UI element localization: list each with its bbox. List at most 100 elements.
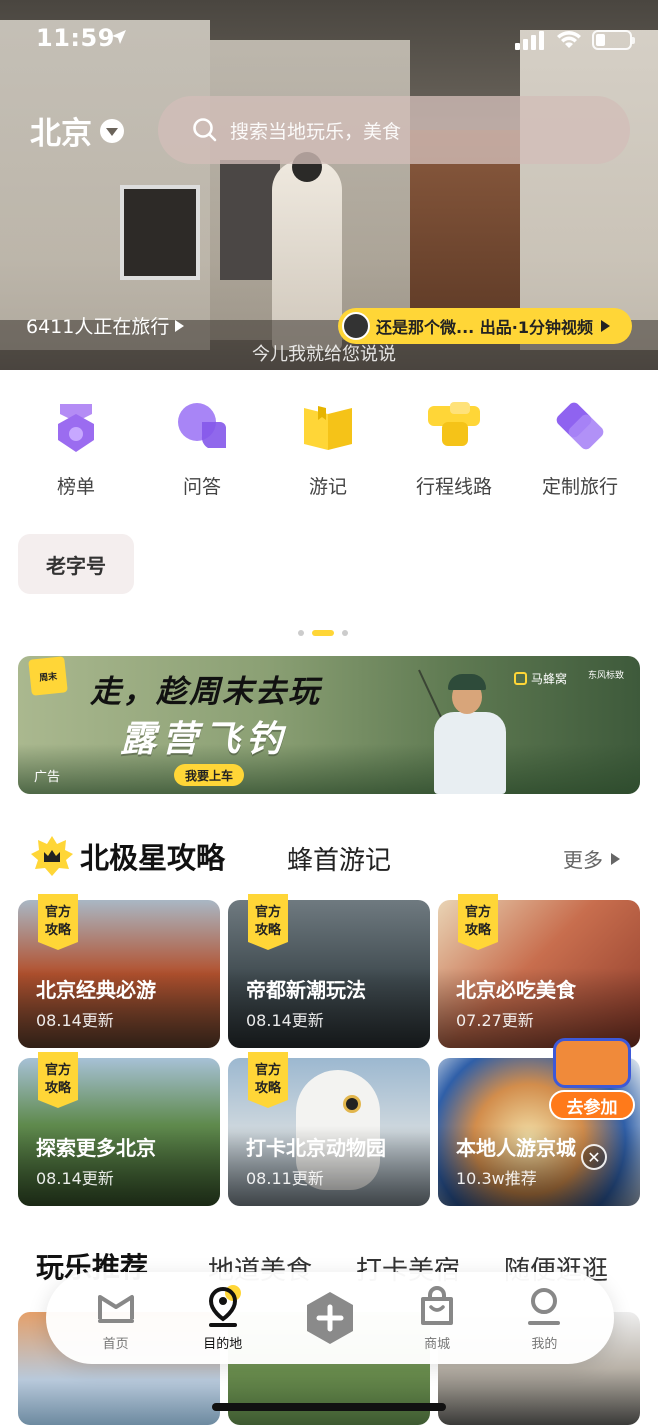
brand-logo: 马蜂窝 xyxy=(514,670,567,687)
home-indicator xyxy=(212,1403,446,1411)
category-travelogue[interactable]: 游记 xyxy=(265,396,391,499)
tab-polaris-guide[interactable]: 北极星攻略 xyxy=(30,834,234,878)
search-placeholder: 搜索当地玩乐，美食 xyxy=(230,120,402,143)
ad-headline: 走，趁周末去玩 xyxy=(90,674,321,710)
card-subtitle: 08.14更新 xyxy=(246,1011,324,1030)
official-guide-badge-icon: 官方 攻略 xyxy=(38,894,78,950)
card-title: 打卡北京动物园 xyxy=(246,1136,386,1160)
ad-banner[interactable]: 周末 走，趁周末去玩 露营飞钓 广告 我要上车 马蜂窝 东风标致 xyxy=(18,656,640,794)
ranking-icon xyxy=(58,404,94,452)
nav-label: 首页 xyxy=(102,1336,129,1352)
close-icon[interactable]: ✕ xyxy=(581,1144,607,1170)
video-pill[interactable]: 还是那个微... 出品·1分钟视频 xyxy=(338,308,632,344)
route-icon xyxy=(428,402,480,446)
ad-subheadline: 露营飞钓 xyxy=(120,719,289,760)
ad-background xyxy=(18,744,640,794)
travelers-text: 6411人正在旅行 xyxy=(26,316,170,338)
category-label: 定制旅行 xyxy=(541,476,618,498)
svg-text:攻略: 攻略 xyxy=(255,922,282,938)
svg-text:官方: 官方 xyxy=(45,1062,71,1078)
travelogue-icon xyxy=(304,406,352,450)
category-route[interactable]: 行程线路 xyxy=(391,396,517,499)
old-brand-tag[interactable]: 老字号 xyxy=(18,534,134,594)
search-input[interactable]: 搜索当地玩乐，美食 xyxy=(158,96,630,164)
card-subtitle: 08.14更新 xyxy=(36,1011,114,1030)
page-dot xyxy=(298,630,304,636)
nav-profile[interactable]: 我的 xyxy=(499,1285,589,1352)
card-title: 北京经典必游 xyxy=(36,978,156,1002)
home-icon xyxy=(97,1294,134,1323)
svg-text:攻略: 攻略 xyxy=(465,922,492,938)
svg-text:官方: 官方 xyxy=(255,904,281,920)
status-bar: 11:59 xyxy=(0,0,658,80)
join-activity-floating[interactable]: 去参加 xyxy=(547,1032,637,1122)
ad-label: 广告 xyxy=(34,770,61,785)
shop-icon xyxy=(421,1285,454,1325)
status-time: 11:59 xyxy=(36,24,115,52)
signal-icon xyxy=(515,31,544,50)
play-icon xyxy=(175,319,185,332)
wifi-icon xyxy=(557,31,581,48)
category-qa[interactable]: 问答 xyxy=(139,396,265,499)
city-name: 北京 xyxy=(30,116,92,152)
more-link[interactable]: 更多 xyxy=(563,844,620,873)
mafengwo-logo-icon xyxy=(514,672,527,685)
category-label: 游记 xyxy=(308,476,347,498)
battery-icon xyxy=(592,30,635,50)
svg-text:攻略: 攻略 xyxy=(45,1080,72,1096)
ad-cta-button[interactable]: 我要上车 xyxy=(174,764,244,786)
city-selector[interactable]: 北京 xyxy=(30,108,124,153)
category-ranking[interactable]: 榜单 xyxy=(13,396,139,499)
nav-post[interactable] xyxy=(285,1290,375,1346)
avatar xyxy=(342,312,370,340)
nav-label: 商城 xyxy=(424,1336,451,1352)
card-title: 北京必吃美食 xyxy=(456,978,576,1002)
nav-label: 目的地 xyxy=(203,1336,243,1352)
guide-tabs: 北极星攻略 蜂首游记 更多 xyxy=(0,832,658,882)
category-label: 问答 xyxy=(182,476,221,498)
partner-logo: 东风标致 xyxy=(588,671,625,681)
card-title: 本地人游京城 xyxy=(456,1136,576,1160)
svg-text:攻略: 攻略 xyxy=(255,1080,282,1096)
official-guide-badge-icon: 官方 攻略 xyxy=(248,894,288,950)
dropdown-icon xyxy=(100,118,124,143)
sun-badge-icon xyxy=(31,836,73,876)
official-guide-badge-icon: 官方 攻略 xyxy=(248,1052,288,1108)
qa-icon xyxy=(178,403,226,448)
nav-label: 我的 xyxy=(531,1336,558,1352)
svg-text:官方: 官方 xyxy=(255,1062,281,1078)
video-label: 还是那个微... 出品·1分钟视频 xyxy=(376,318,594,337)
join-label: 去参加 xyxy=(549,1090,635,1120)
card-subtitle: 10.3w推荐 xyxy=(456,1169,537,1188)
nav-shop[interactable]: 商城 xyxy=(392,1285,482,1352)
nav-destination[interactable]: 目的地 xyxy=(178,1284,268,1352)
category-label: 行程线路 xyxy=(415,476,492,498)
tab-label: 北极星攻略 xyxy=(80,835,234,877)
van-icon xyxy=(553,1038,631,1088)
card-title: 探索更多北京 xyxy=(36,1136,156,1160)
play-icon xyxy=(601,320,611,332)
card-subtitle: 08.14更新 xyxy=(36,1169,114,1188)
brand-name: 马蜂窝 xyxy=(531,672,568,686)
card-subtitle: 07.27更新 xyxy=(456,1011,534,1030)
plus-icon xyxy=(306,1292,353,1344)
location-arrow-icon xyxy=(112,30,126,44)
page-dot-active xyxy=(312,630,334,636)
official-guide-badge-icon: 官方 攻略 xyxy=(458,894,498,950)
category-custom-travel[interactable]: 定制旅行 xyxy=(517,396,643,499)
search-icon xyxy=(193,118,217,142)
official-guide-badge-icon: 官方 攻略 xyxy=(38,1052,78,1108)
chevron-right-icon xyxy=(611,852,620,865)
nav-home[interactable]: 首页 xyxy=(71,1285,161,1352)
svg-text:官方: 官方 xyxy=(465,904,491,920)
custom-travel-icon xyxy=(556,402,604,450)
tab-top-travelogue[interactable]: 蜂首游记 xyxy=(287,840,391,877)
category-row: 榜单 问答 游记 行程线路 定制旅行 xyxy=(0,396,658,499)
travelers-count[interactable]: 6411人正在旅行 xyxy=(26,312,185,339)
bottom-nav: 首页 目的地 商城 我的 xyxy=(46,1272,614,1364)
destination-icon xyxy=(208,1284,241,1327)
svg-text:官方: 官方 xyxy=(45,904,71,920)
category-label: 榜单 xyxy=(56,476,95,498)
card-title: 帝都新潮玩法 xyxy=(246,978,366,1002)
card-subtitle: 08.11更新 xyxy=(246,1169,324,1188)
